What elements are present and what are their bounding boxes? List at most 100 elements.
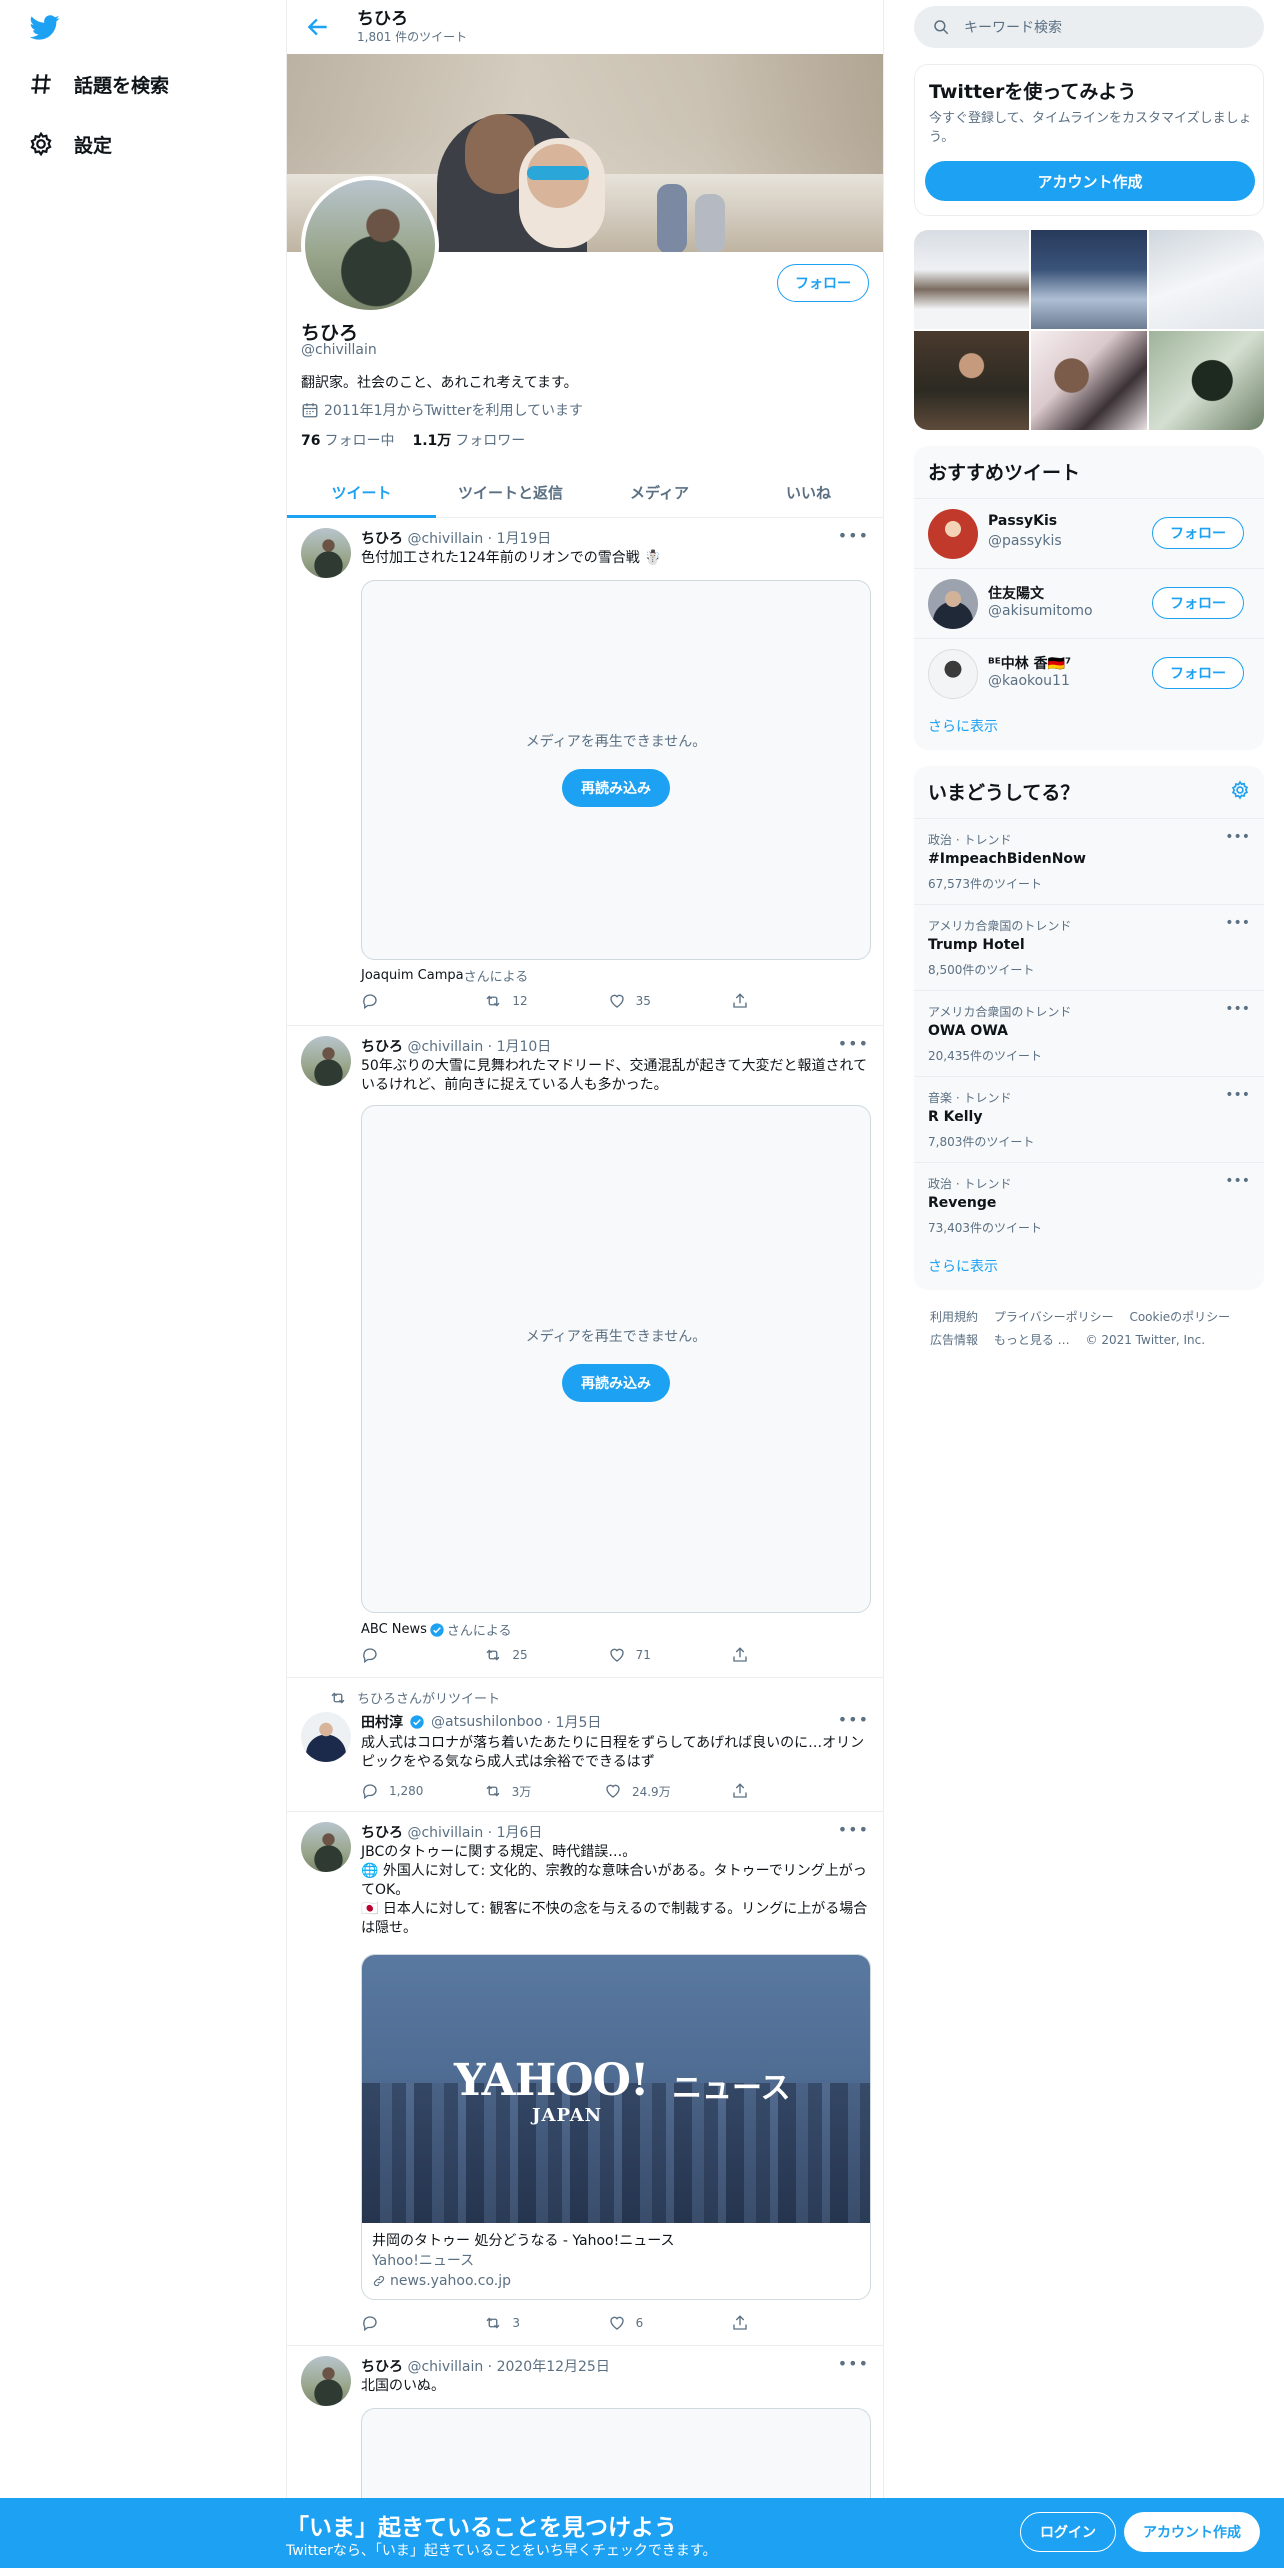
tweet-avatar[interactable] — [301, 1712, 351, 1762]
reply-button[interactable] — [361, 1646, 421, 1664]
tweet-author-handle[interactable]: @chivillain — [407, 1039, 483, 1055]
reply-button[interactable]: 1,280 — [361, 1782, 423, 1800]
twitter-bird-icon[interactable] — [28, 12, 64, 42]
follow-button[interactable]: フォロー — [1152, 657, 1244, 689]
tweet-author-name[interactable]: 田村淳 — [361, 1712, 403, 1732]
like-button[interactable]: 71 — [608, 1646, 668, 1664]
like-button[interactable]: 35 — [608, 992, 668, 1010]
media-thumbnail[interactable] — [1148, 230, 1264, 329]
reload-button[interactable]: 再読み込み — [562, 769, 670, 807]
tweet-author-handle[interactable]: @chivillain — [407, 1825, 483, 1841]
tweet-avatar[interactable] — [301, 1822, 351, 1872]
more-icon[interactable]: ••• — [1225, 829, 1250, 845]
tab-tweets-replies[interactable]: ツイートと返信 — [436, 468, 585, 517]
tweet-author-handle[interactable]: @chivillain — [407, 2359, 483, 2375]
tweet-author-handle[interactable]: @atsushilonboo — [431, 1714, 543, 1730]
footer-link-more[interactable]: もっと見る … — [994, 1333, 1070, 1347]
nav-settings[interactable]: 設定 — [28, 124, 112, 164]
tweet-date[interactable]: · 1月10日 — [488, 1039, 552, 1055]
share-button[interactable] — [731, 992, 791, 1010]
tweet-avatar[interactable] — [301, 528, 351, 578]
media-thumbnail[interactable] — [1031, 331, 1147, 430]
follow-button[interactable]: フォロー — [1152, 587, 1244, 619]
footer-link-privacy[interactable]: プライバシーポリシー — [994, 1310, 1114, 1324]
tab-tweets[interactable]: ツイート — [287, 468, 436, 518]
more-icon[interactable]: ••• — [838, 2354, 869, 2373]
signup-button[interactable]: アカウント作成 — [1124, 2512, 1260, 2552]
credit-name[interactable]: ABC News — [361, 1622, 427, 1637]
recommend-show-more[interactable]: さらに表示 — [928, 716, 998, 736]
following-link[interactable]: 76 フォロー中 — [301, 430, 394, 450]
more-icon[interactable]: ••• — [838, 1820, 869, 1839]
gear-icon[interactable] — [1230, 780, 1250, 800]
reply-button[interactable] — [361, 992, 421, 1010]
footer-link-terms[interactable]: 利用規約 — [930, 1310, 978, 1324]
retweet-button[interactable]: 25 — [484, 1646, 544, 1664]
trend-item[interactable]: アメリカ合衆国のトレンド Trump Hotel 8,500件のツイート ••• — [914, 904, 1264, 990]
profile-avatar[interactable] — [301, 176, 439, 314]
avatar[interactable] — [928, 579, 978, 629]
more-icon[interactable]: ••• — [838, 526, 869, 545]
follow-button[interactable]: フォロー — [1152, 517, 1244, 549]
profile-follow-button[interactable]: フォロー — [777, 264, 869, 302]
followers-link[interactable]: 1.1万 フォロワー — [412, 430, 525, 450]
tweet-avatar[interactable] — [301, 2356, 351, 2406]
trend-item[interactable]: 音楽 · トレンド R Kelly 7,803件のツイート ••• — [914, 1076, 1264, 1162]
login-button[interactable]: ログイン — [1020, 2512, 1116, 2552]
tweet-author-name[interactable]: ちひろ — [361, 531, 403, 547]
link-card[interactable]: YAHOO! JAPAN ニュース 井岡のタトゥー 処分どうなる - Yahoo… — [361, 1954, 871, 2300]
tweet-date[interactable]: · 1月19日 — [488, 531, 552, 547]
footer-link-cookies[interactable]: Cookieのポリシー — [1129, 1310, 1230, 1324]
retweet-note-text[interactable]: ちひろさんがリツイート — [357, 1688, 500, 1707]
media-thumbnail[interactable] — [914, 230, 1030, 329]
media-thumbnail[interactable] — [1148, 331, 1264, 430]
media-thumbnail[interactable] — [914, 331, 1030, 430]
recommend-item[interactable]: PassyKis @passykis フォロー — [914, 498, 1264, 568]
more-icon[interactable]: ••• — [838, 1710, 869, 1729]
create-account-button[interactable]: アカウント作成 — [925, 161, 1255, 201]
nav-explore[interactable]: 話題を検索 — [28, 64, 169, 104]
tab-likes[interactable]: いいね — [734, 468, 883, 517]
back-arrow-icon[interactable] — [305, 14, 331, 40]
like-button[interactable]: 6 — [608, 2314, 668, 2332]
footer-link-ads[interactable]: 広告情報 — [930, 1333, 978, 1347]
recommend-item[interactable]: ᴮᴱ中林 香🇩🇪⁷ @kaokou11 フォロー — [914, 638, 1264, 708]
tweet[interactable]: ちひろさんがリツイート 田村淳 @atsushilonboo · 1月5日 ••… — [287, 1678, 883, 1812]
recommend-item[interactable]: 住友陽文 @akisumitomo フォロー — [914, 568, 1264, 638]
retweet-button[interactable]: 3 — [484, 2314, 544, 2332]
more-icon[interactable]: ••• — [1225, 1173, 1250, 1189]
avatar[interactable] — [928, 509, 978, 559]
media-thumbnail[interactable] — [1031, 230, 1147, 329]
tab-media[interactable]: メディア — [585, 468, 734, 517]
tweet-date[interactable]: · 1月6日 — [488, 1825, 543, 1841]
reload-button[interactable]: 再読み込み — [562, 1364, 670, 1402]
tweet-date[interactable]: · 2020年12月25日 — [488, 2359, 610, 2375]
credit-name[interactable]: Joaquim Campa — [361, 968, 464, 983]
tweet-author-name[interactable]: ちひろ — [361, 1039, 403, 1055]
trends-show-more[interactable]: さらに表示 — [928, 1256, 998, 1276]
trend-item[interactable]: アメリカ合衆国のトレンド OWA OWA 20,435件のツイート ••• — [914, 990, 1264, 1076]
tweet-avatar[interactable] — [301, 1036, 351, 1086]
share-button[interactable] — [731, 1782, 791, 1800]
trend-item[interactable]: 政治 · トレンド #ImpeachBidenNow 67,573件のツイート … — [914, 818, 1264, 904]
share-button[interactable] — [731, 2314, 791, 2332]
retweet-button[interactable]: 12 — [484, 992, 544, 1010]
reply-button[interactable] — [361, 2314, 421, 2332]
more-icon[interactable]: ••• — [838, 1034, 869, 1053]
search-input[interactable]: キーワード検索 — [914, 6, 1264, 48]
tweet-author-handle[interactable]: @chivillain — [407, 531, 483, 547]
more-icon[interactable]: ••• — [1225, 1001, 1250, 1017]
more-icon[interactable]: ••• — [1225, 915, 1250, 931]
tweet[interactable]: ちひろ @chivillain · 1月10日 ••• 50年ぶりの大雪に見舞わ… — [287, 1026, 883, 1678]
avatar[interactable] — [928, 649, 978, 699]
like-button[interactable]: 24.9万 — [604, 1782, 671, 1800]
tweet-author-name[interactable]: ちひろ — [361, 2359, 403, 2375]
more-icon[interactable]: ••• — [1225, 1087, 1250, 1103]
share-button[interactable] — [731, 1646, 791, 1664]
trend-item[interactable]: 政治 · トレンド Revenge 73,403件のツイート ••• — [914, 1162, 1264, 1248]
retweet-button[interactable]: 3万 — [484, 1782, 544, 1800]
tweet-date[interactable]: · 1月5日 — [547, 1712, 602, 1732]
tweet[interactable]: ちひろ @chivillain · 1月19日 ••• 色付加工された124年前… — [287, 518, 883, 1026]
tweet[interactable]: ちひろ @chivillain · 1月6日 ••• JBCのタトゥーに関する規… — [287, 1812, 883, 2346]
tweet-author-name[interactable]: ちひろ — [361, 1825, 403, 1841]
